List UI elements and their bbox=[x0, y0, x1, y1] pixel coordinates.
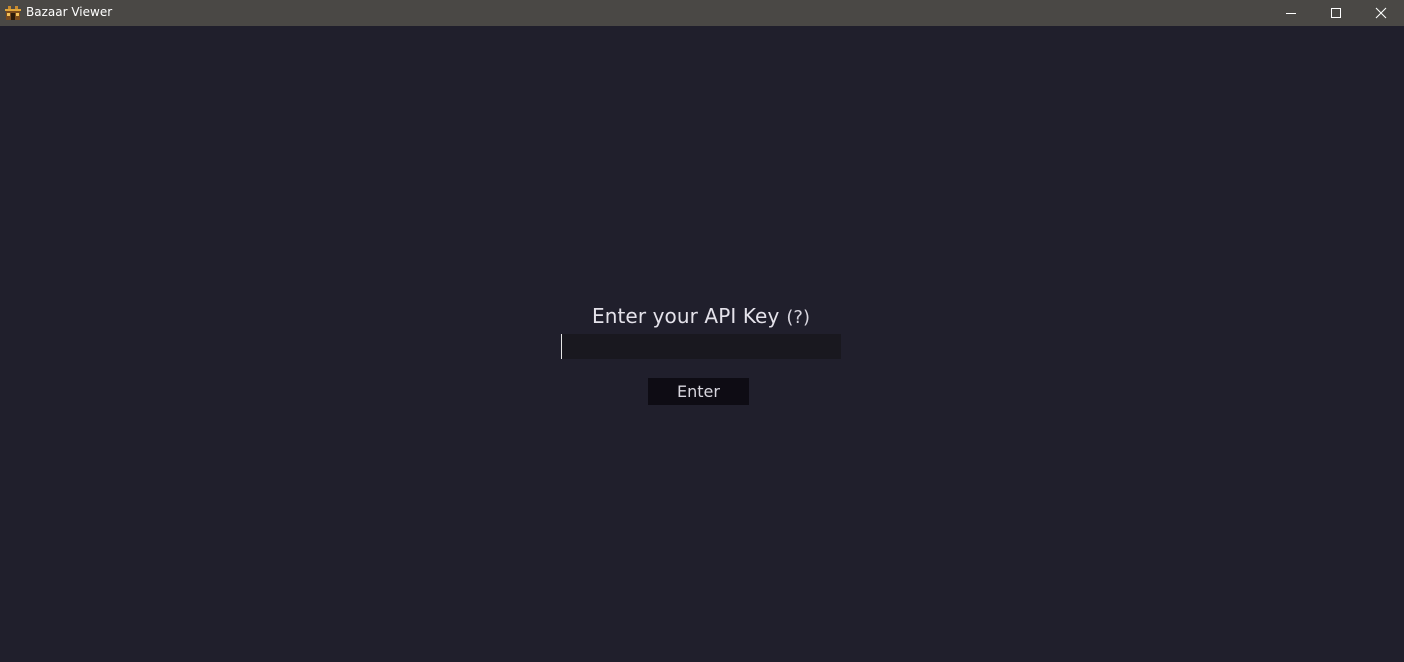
maximize-button[interactable] bbox=[1313, 0, 1359, 26]
minimize-button[interactable] bbox=[1268, 0, 1314, 26]
api-key-input[interactable] bbox=[561, 334, 841, 359]
bazaar-app-icon bbox=[5, 4, 21, 21]
api-key-prompt: Enter your API Key (?) bbox=[560, 304, 842, 328]
window-title: Bazaar Viewer bbox=[26, 5, 113, 19]
title-bar[interactable]: Bazaar Viewer bbox=[0, 0, 1404, 26]
main-content: Enter your API Key (?) Enter bbox=[0, 26, 1404, 662]
app-window: Bazaar Viewer Enter your API Key (?) Ent… bbox=[0, 0, 1404, 662]
api-key-label: Enter your API Key bbox=[591, 304, 780, 328]
maximize-icon bbox=[1330, 7, 1342, 19]
close-button[interactable] bbox=[1358, 0, 1404, 26]
minimize-icon bbox=[1285, 7, 1297, 19]
enter-button[interactable]: Enter bbox=[648, 378, 749, 405]
close-icon bbox=[1375, 7, 1387, 19]
api-key-help-link[interactable]: (?) bbox=[786, 307, 810, 328]
